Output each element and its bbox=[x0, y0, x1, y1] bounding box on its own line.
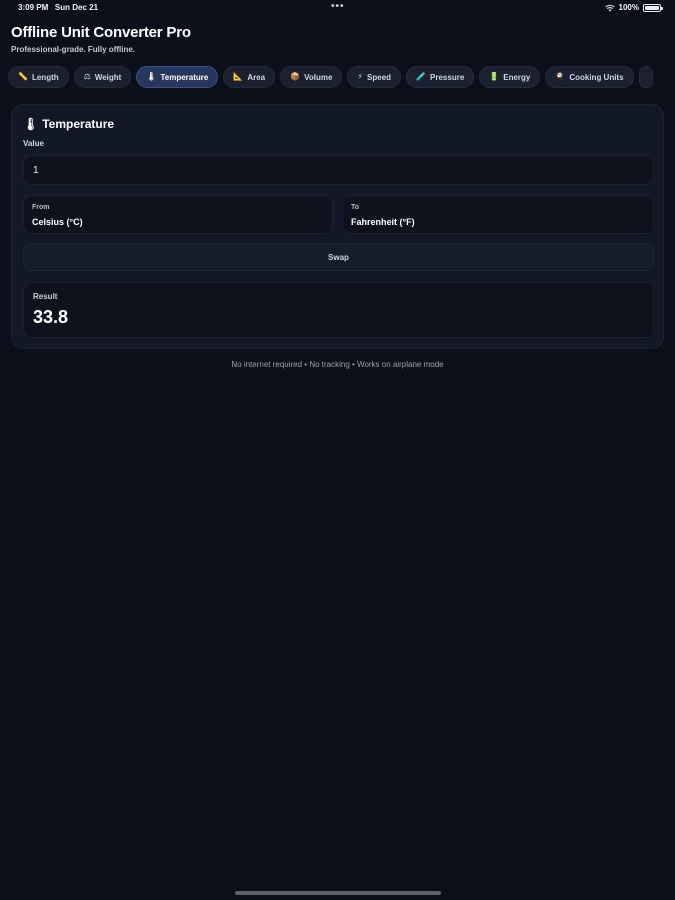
value-input[interactable]: 1 bbox=[23, 155, 654, 185]
footer-note: No internet required • No tracking • Wor… bbox=[231, 360, 444, 369]
result-panel: Result 33.8 bbox=[23, 282, 654, 338]
package-icon: 📦 bbox=[290, 72, 301, 81]
wifi-icon bbox=[604, 4, 615, 11]
lightning-icon: ⚡ bbox=[357, 72, 364, 81]
home-indicator[interactable] bbox=[235, 891, 441, 895]
from-unit-value: Celsius (°C) bbox=[32, 217, 83, 227]
status-date: Sun Dec 21 bbox=[54, 3, 99, 12]
thermometer-icon: 🌡 bbox=[146, 72, 157, 81]
ruler-icon: 📏 bbox=[18, 72, 28, 81]
frying-pan-icon: 🍳 bbox=[555, 72, 566, 81]
converter-card: 🌡 Temperature Value 1 From Celsius (°C) … bbox=[11, 104, 664, 349]
result-value: 33.8 bbox=[33, 307, 69, 327]
multitasking-dots[interactable]: ••• bbox=[331, 1, 345, 12]
tab-pressure[interactable]: 🧪 Pressure bbox=[406, 66, 475, 88]
category-tabs: 📏 Length ⚖ Weight 🌡 Temperature 📐 Area 📦 Volu… bbox=[8, 66, 675, 88]
tab-overflow[interactable] bbox=[638, 66, 653, 88]
card-title: 🌡 Temperature bbox=[23, 117, 115, 131]
app-title: Offline Unit Converter Pro bbox=[11, 24, 191, 41]
app-subtitle: Professional-grade. Fully offline. bbox=[11, 45, 136, 54]
to-unit-select[interactable]: To Fahrenheit (°F) bbox=[342, 195, 654, 234]
value-label: Value bbox=[23, 139, 44, 148]
tab-cooking-units[interactable]: 🍳 Cooking Units bbox=[545, 66, 634, 88]
tab-energy[interactable]: 🔋 Energy bbox=[479, 66, 541, 88]
battery-icon bbox=[643, 3, 663, 12]
tab-volume[interactable]: 📦 Volume bbox=[280, 66, 343, 88]
thermometer-icon: 🌡 bbox=[23, 117, 39, 131]
scale-icon: ⚖ bbox=[83, 72, 91, 81]
to-unit-value: Fahrenheit (°F) bbox=[351, 217, 415, 227]
from-unit-select[interactable]: From Celsius (°C) bbox=[23, 195, 333, 234]
status-right: 100% bbox=[604, 3, 663, 12]
result-label: Result bbox=[33, 292, 58, 301]
from-label: From bbox=[32, 204, 50, 211]
test-tube-icon: 🧪 bbox=[416, 72, 427, 81]
triangle-ruler-icon: 📐 bbox=[233, 72, 244, 81]
tab-temperature[interactable]: 🌡 Temperature bbox=[136, 66, 219, 88]
swap-button[interactable]: Swap bbox=[23, 243, 654, 271]
status-time: 3:09 PM Sun Dec 21 bbox=[18, 3, 99, 12]
battery-percent: 100% bbox=[618, 3, 639, 12]
tab-speed[interactable]: ⚡ Speed bbox=[347, 66, 402, 88]
status-bar: 3:09 PM Sun Dec 21 ••• 100% bbox=[0, 0, 675, 16]
to-label: To bbox=[351, 204, 360, 211]
tab-weight[interactable]: ⚖ Weight bbox=[73, 66, 132, 88]
battery-icon: 🔋 bbox=[489, 72, 500, 81]
tab-area[interactable]: 📐 Area bbox=[223, 66, 276, 88]
tab-length[interactable]: 📏 Length bbox=[8, 66, 69, 88]
